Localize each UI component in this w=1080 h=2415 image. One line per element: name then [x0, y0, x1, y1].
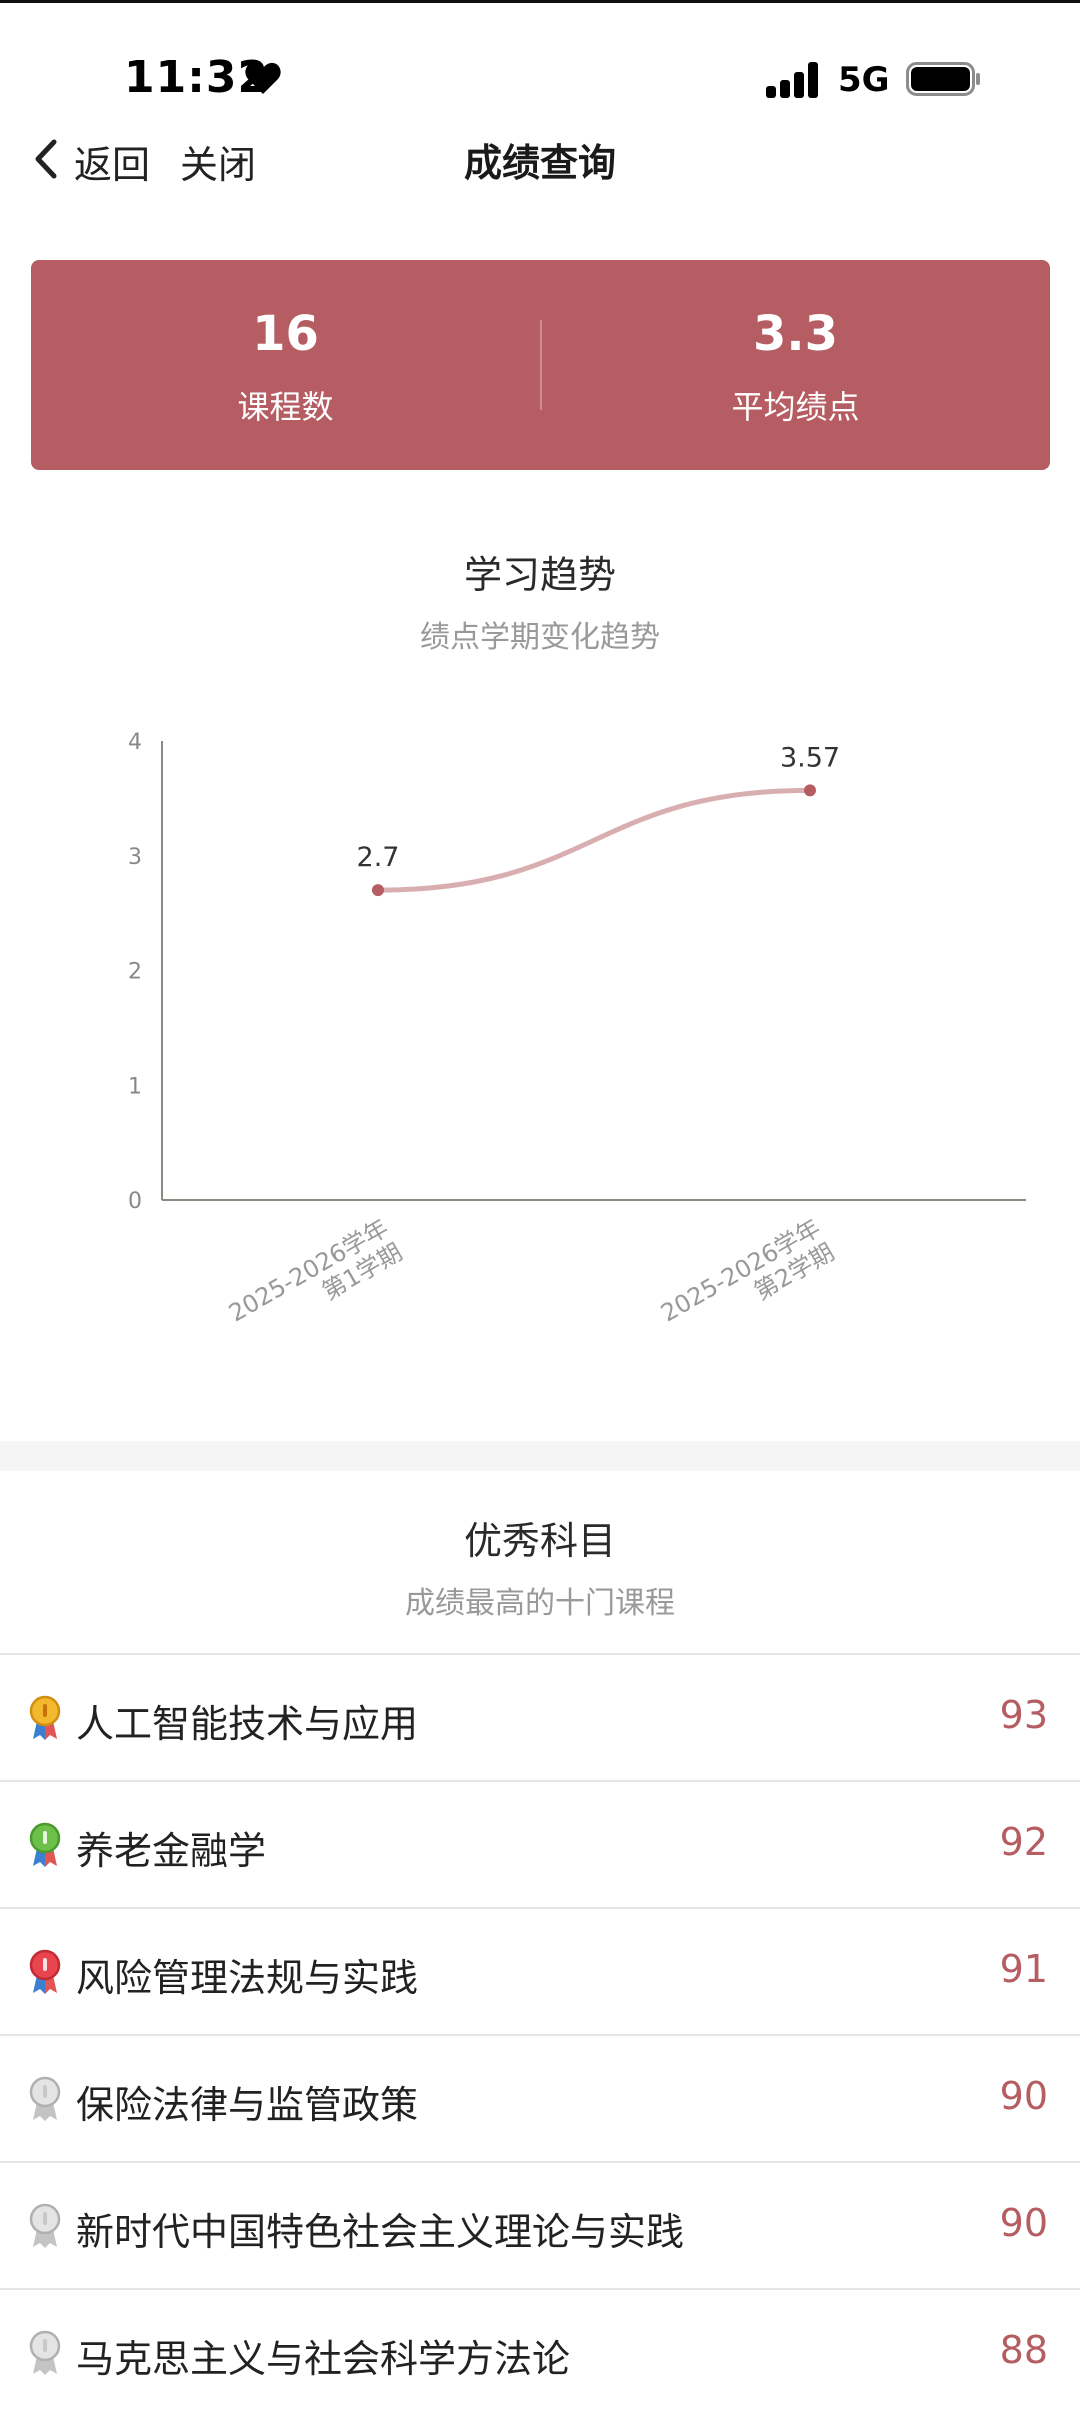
- course-row[interactable]: 人工智能技术与应用 93: [0, 1653, 1080, 1780]
- trend-subtitle: 绩点学期变化趋势: [420, 620, 660, 655]
- course-score: 90: [999, 2074, 1048, 2118]
- course-name: 风险管理法规与实践: [76, 1956, 419, 2000]
- course-row[interactable]: 新时代中国特色社会主义理论与实践 90: [0, 2161, 1080, 2288]
- gpa-value: 3.3: [752, 306, 839, 362]
- top-courses-title: 优秀科目: [463, 1519, 616, 1563]
- course-count-stat: 16 课程数: [31, 260, 540, 470]
- series-line: [375, 787, 813, 893]
- course-score: 93: [999, 1693, 1048, 1737]
- course-score: 91: [999, 1947, 1048, 1991]
- green-medal-icon: [29, 1822, 61, 1867]
- status-bar: 11:32 5G: [0, 0, 1080, 140]
- gray-medal-icon: [29, 2076, 61, 2121]
- network-type: 5G: [838, 60, 890, 100]
- data-label: 3.57: [780, 742, 840, 773]
- top-courses-list: 人工智能技术与应用 93 养老金融学 92 风险管理法规与实践 91 保险法律与…: [0, 1653, 1080, 2415]
- battery-icon: [906, 62, 980, 96]
- course-row[interactable]: 保险法律与监管政策 90: [0, 2034, 1080, 2161]
- y-tick-label: 0: [128, 1189, 142, 1214]
- y-tick-label: 3: [128, 845, 142, 870]
- x-tick-label: 2025-2026学年第1学期: [224, 1214, 407, 1328]
- course-name: 马克思主义与社会科学方法论: [76, 2337, 571, 2381]
- section-divider: [0, 1441, 1080, 1471]
- page-title: 成绩查询: [463, 141, 616, 185]
- course-row[interactable]: 养老金融学 92: [0, 1780, 1080, 1907]
- course-score: 92: [999, 1820, 1048, 1864]
- gold-medal-icon: [29, 1695, 61, 1740]
- course-row[interactable]: 马克思主义与社会科学方法论 88: [0, 2288, 1080, 2415]
- x-tick-label: 2025-2026学年第2学期: [656, 1214, 839, 1328]
- heart-icon: [245, 62, 281, 94]
- course-name: 新时代中国特色社会主义理论与实践: [76, 2210, 685, 2254]
- course-name: 保险法律与监管政策: [76, 2083, 419, 2127]
- gpa-label: 平均绩点: [731, 388, 860, 426]
- y-tick-label: 1: [128, 1074, 142, 1099]
- data-point: [372, 884, 384, 897]
- trend-title: 学习趋势: [463, 553, 616, 597]
- data-label: 2.7: [357, 842, 400, 873]
- gpa-trend-chart: 0 1 2 3 4 2.7 3.57 2025-2026学年第1学期 2025-2026学年第2…: [128, 730, 1026, 1328]
- gpa-stat: 3.3 平均绩点: [541, 260, 1050, 470]
- course-name: 养老金融学: [76, 1829, 267, 1873]
- course-row[interactable]: 风险管理法规与实践 91: [0, 1907, 1080, 2034]
- gray-medal-icon: [29, 2203, 61, 2248]
- y-tick-label: 4: [128, 730, 142, 755]
- course-count-label: 课程数: [237, 388, 334, 426]
- data-point: [804, 784, 816, 797]
- gray-medal-icon: [29, 2330, 61, 2375]
- red-medal-icon: [29, 1949, 61, 1994]
- y-tick-label: 2: [128, 960, 142, 985]
- top-courses-subtitle: 成绩最高的十门课程: [405, 1586, 675, 1621]
- course-name: 人工智能技术与应用: [76, 1702, 419, 1746]
- summary-card: 16 课程数 3.3 平均绩点: [31, 260, 1050, 470]
- course-score: 90: [999, 2201, 1048, 2245]
- course-count-value: 16: [252, 306, 319, 362]
- course-score: 88: [999, 2328, 1048, 2372]
- signal-icon: [766, 62, 818, 98]
